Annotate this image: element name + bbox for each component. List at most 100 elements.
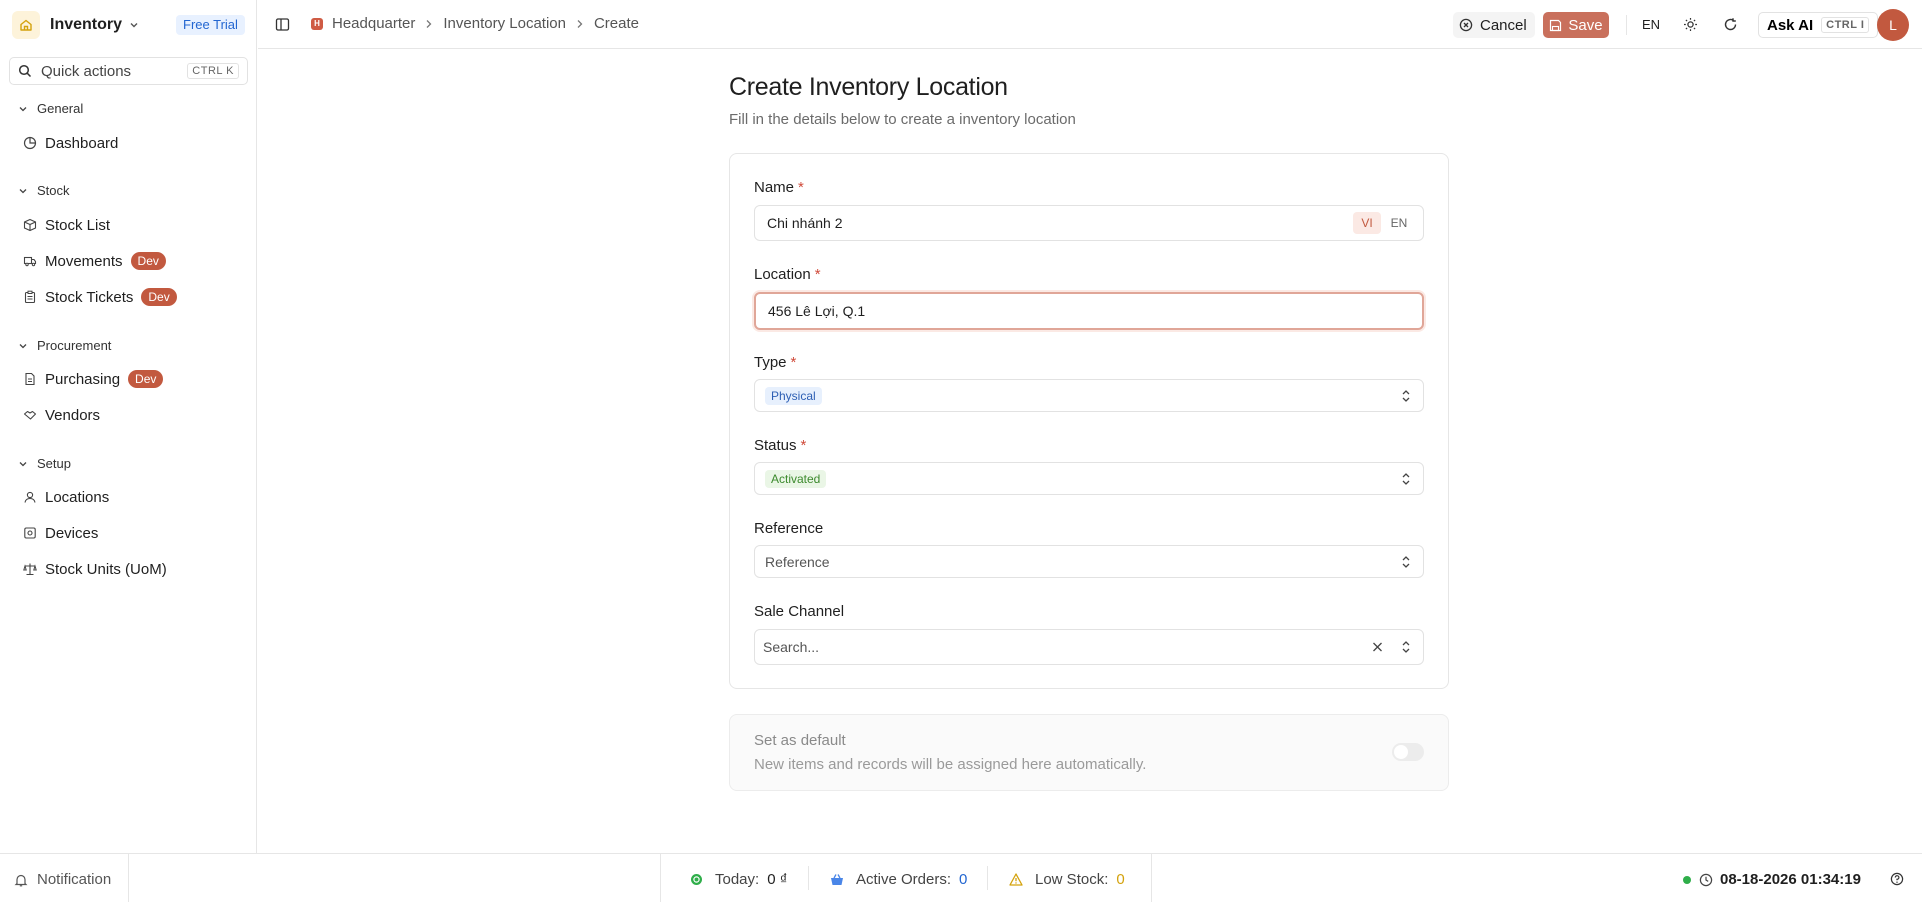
section-stock[interactable]: Stock: [18, 183, 70, 198]
type-label: Type *: [754, 354, 796, 371]
chevron-down-icon: [19, 343, 27, 348]
name-field[interactable]: Chi nhánh 2 VI EN: [754, 205, 1424, 241]
sale-channel-search[interactable]: Search...: [754, 629, 1424, 665]
set-default-description: New items and records will be assigned h…: [754, 756, 1147, 773]
scale-icon: [22, 562, 38, 576]
sun-icon[interactable]: [1683, 17, 1698, 32]
quick-actions-search[interactable]: Quick actions CTRL K: [9, 57, 248, 85]
status-label: Status *: [754, 437, 806, 454]
name-language-tabs: VI EN: [1349, 212, 1413, 234]
sidebar-item-locations[interactable]: Locations: [22, 485, 109, 509]
clear-icon[interactable]: [1372, 642, 1383, 653]
sidebar-item-label: Movements: [45, 252, 123, 270]
divider: [1151, 854, 1152, 902]
online-indicator: [1683, 875, 1691, 884]
sale-channel-label: Sale Channel: [754, 603, 844, 620]
sidebar-item-label: Locations: [45, 488, 110, 506]
required-mark: *: [814, 266, 821, 283]
required-mark: *: [798, 179, 804, 196]
sidebar-item-label: Dashboard: [45, 134, 119, 152]
chevron-updown-icon: [1401, 555, 1411, 569]
section-title: Procurement: [37, 338, 112, 353]
label-text: Reference: [754, 520, 824, 537]
headquarter-icon: H: [311, 17, 323, 30]
notification-button[interactable]: Notification: [14, 871, 111, 888]
chevron-down-icon: [128, 19, 140, 31]
dev-badge: Dev: [128, 370, 164, 388]
tab-vi[interactable]: VI: [1353, 212, 1381, 234]
breadcrumb-root[interactable]: Headquarter: [332, 15, 415, 32]
handshake-icon: [22, 408, 38, 422]
required-mark: *: [800, 437, 807, 454]
chevron-updown-icon: [1401, 389, 1411, 403]
required-mark: *: [790, 354, 797, 371]
sidebar-item-movements[interactable]: Movements Dev: [22, 249, 166, 273]
notification-label: Notification: [37, 871, 112, 888]
divider: [808, 866, 809, 890]
sidebar-item-stock-tickets[interactable]: Stock Tickets Dev: [22, 285, 177, 309]
sidebar-item-dashboard[interactable]: Dashboard: [22, 131, 118, 155]
set-default-panel: [729, 714, 1449, 791]
location-label: Location *: [754, 266, 821, 283]
floppy-icon: [1550, 19, 1562, 31]
chevron-updown-icon: [1401, 472, 1411, 486]
name-value: Chi nhánh 2: [767, 215, 843, 231]
section-general[interactable]: General: [18, 101, 83, 116]
chevron-down-icon: [19, 106, 27, 111]
sidebar: Inventory Free Trial Quick actions CTRL …: [0, 0, 257, 853]
save-label: Save: [1568, 16, 1603, 34]
divider: [128, 854, 129, 902]
dev-badge: Dev: [130, 252, 166, 270]
clipboard-icon: [22, 290, 38, 304]
section-title: Stock: [37, 183, 70, 198]
label-text: Sale Channel: [754, 603, 845, 620]
sidebar-item-label: Purchasing: [45, 370, 121, 388]
label-text: Location: [754, 266, 811, 283]
label-text: Status: [754, 437, 797, 454]
type-select[interactable]: Physical: [754, 379, 1424, 412]
language-switcher[interactable]: EN: [1642, 17, 1660, 32]
avatar[interactable]: L: [1877, 9, 1909, 41]
breadcrumb: H Headquarter Inventory Location Create: [311, 15, 639, 32]
sidebar-item-stock-units[interactable]: Stock Units (UoM): [22, 557, 167, 581]
name-label: Name *: [754, 179, 804, 196]
pie-chart-icon: [22, 136, 38, 150]
app-switcher[interactable]: Inventory: [12, 11, 140, 39]
free-trial-badge[interactable]: Free Trial: [176, 15, 245, 35]
sidebar-item-label: Devices: [45, 524, 99, 542]
sidebar-item-purchasing[interactable]: Purchasing Dev: [22, 367, 164, 391]
tab-en[interactable]: EN: [1385, 212, 1413, 234]
shortcut-hint: CTRL K: [187, 63, 239, 79]
sidebar-item-vendors[interactable]: Vendors: [22, 403, 100, 427]
help-icon[interactable]: [1890, 872, 1904, 886]
status-select[interactable]: Activated: [754, 462, 1424, 495]
breadcrumb-current: Create: [593, 15, 639, 32]
location-field[interactable]: 456 Lê Lợi, Q.1: [754, 292, 1424, 330]
section-setup[interactable]: Setup: [18, 456, 71, 471]
sidebar-toggle-icon[interactable]: [275, 17, 290, 32]
sidebar-item-label: Vendors: [45, 406, 101, 424]
truck-icon: [22, 254, 38, 268]
set-default-toggle[interactable]: [1392, 743, 1424, 761]
sidebar-item-devices[interactable]: Devices: [22, 521, 98, 545]
bell-icon: [14, 874, 28, 886]
chevron-down-icon: [19, 188, 27, 193]
location-value: 456 Lê Lợi, Q.1: [768, 303, 866, 319]
ask-ai-button[interactable]: Ask AI CTRL I: [1758, 12, 1879, 38]
search-icon: [18, 64, 32, 78]
low-stock-stat: Low Stock: 0: [1009, 871, 1125, 888]
page-title: Create Inventory Location: [729, 73, 1008, 101]
device-icon: [22, 526, 38, 540]
section-procurement[interactable]: Procurement: [18, 338, 111, 353]
reference-select[interactable]: Reference: [754, 545, 1424, 578]
save-button[interactable]: Save: [1543, 12, 1609, 38]
sidebar-item-stock-list[interactable]: Stock List: [22, 213, 110, 237]
refresh-icon[interactable]: [1723, 17, 1738, 32]
cancel-button[interactable]: Cancel: [1453, 12, 1535, 38]
toggle-knob: [1394, 745, 1408, 759]
toolbar-divider: [1626, 15, 1627, 35]
breadcrumb-middle[interactable]: Inventory Location: [443, 15, 566, 32]
chevron-right-icon: [576, 19, 584, 29]
ask-ai-label: Ask AI: [1767, 16, 1814, 34]
boxes-icon: [22, 218, 38, 232]
